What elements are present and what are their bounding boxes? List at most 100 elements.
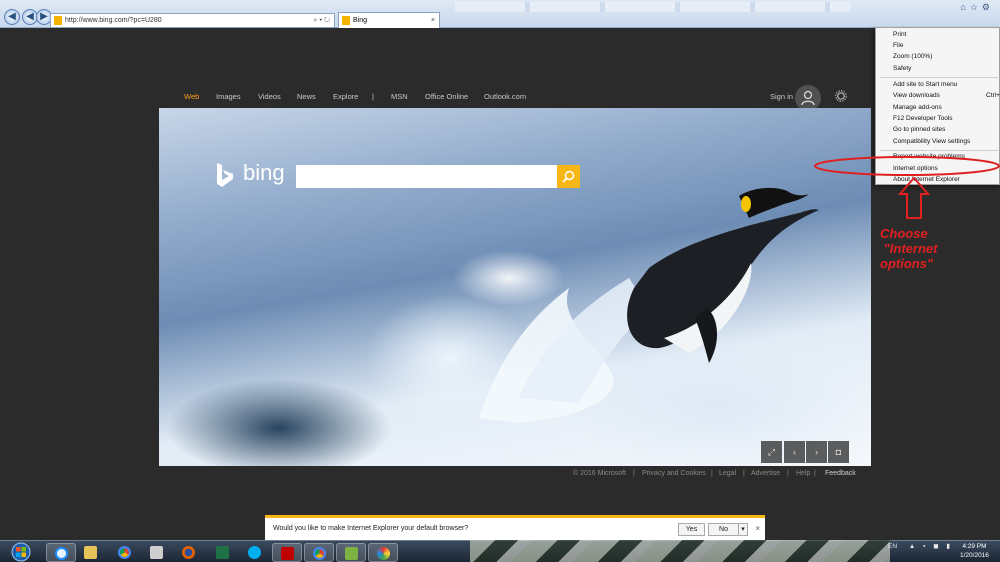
footer-sep: |	[814, 470, 816, 477]
clock[interactable]: 4:29 PM 1/20/2016	[960, 542, 989, 560]
notification-close-icon[interactable]: ×	[755, 524, 760, 533]
next-image-icon[interactable]: ›	[806, 441, 827, 463]
yes-button[interactable]: Yes	[678, 523, 705, 536]
taskbar-skype[interactable]	[240, 543, 270, 562]
taskbar-firefox[interactable]	[174, 543, 204, 562]
footer-legal[interactable]: Legal	[719, 470, 736, 477]
notification-message: Would you like to make Internet Explorer…	[273, 525, 469, 532]
menu-item-downloads[interactable]: View downloads	[893, 92, 940, 99]
taskbar-chrome-2[interactable]	[304, 543, 334, 562]
menu-item-compatibility[interactable]: Compatibility View settings	[893, 138, 970, 145]
clock-time: 4:29 PM	[962, 543, 987, 550]
bing-favicon-icon	[342, 16, 350, 25]
sign-in-link[interactable]: Sign in	[770, 92, 793, 101]
footer-privacy[interactable]: Privacy and Cookies	[642, 470, 706, 477]
skype-icon	[248, 546, 261, 559]
user-icon	[801, 90, 815, 106]
menu-item-add-start[interactable]: Add site to Start menu	[893, 81, 957, 88]
tab-title: Bing	[353, 17, 368, 24]
system-tray: EN ▲ ▪ ◼ ▮	[888, 542, 953, 550]
bing-favicon-icon	[54, 16, 62, 25]
search-icon	[562, 170, 575, 183]
gear-icon[interactable]: ⚙	[982, 2, 994, 12]
previous-image-icon[interactable]: ‹	[784, 441, 805, 463]
footer-sep: |	[787, 470, 789, 477]
media-player-icon	[150, 546, 163, 559]
hero-image: bing ⤢ ‹ › ◘	[159, 108, 871, 466]
green-app-icon	[345, 547, 358, 560]
bing-b-logo-icon	[217, 163, 233, 187]
taskbar-app[interactable]	[336, 543, 366, 562]
taskbar-explorer[interactable]	[76, 543, 106, 562]
fullscreen-icon[interactable]: ⤢	[761, 441, 782, 463]
tab-bing[interactable]: Bing ×	[338, 12, 440, 28]
home-icon[interactable]: ⌂	[960, 2, 969, 12]
menu-shortcut-downloads: Ctrl+	[986, 92, 1000, 99]
taskbar-ie[interactable]	[46, 543, 76, 562]
annotation-text: Choose "Internet options"	[880, 226, 938, 271]
footer-help[interactable]: Help	[796, 470, 810, 477]
menu-item-f12[interactable]: F12 Developer Tools	[893, 115, 953, 122]
no-dropdown-icon[interactable]: ▾	[738, 523, 748, 536]
nav-office-online[interactable]: Office Online	[425, 92, 468, 101]
nav-web[interactable]: Web	[184, 92, 199, 101]
default-browser-notification: Would you like to make Internet Explorer…	[265, 515, 765, 540]
nav-images[interactable]: Images	[216, 92, 241, 101]
folder-icon	[84, 546, 97, 559]
back-arrow-icon[interactable]: ◀	[4, 9, 20, 25]
camera-icon[interactable]: ◘	[828, 441, 849, 463]
tab-close-icon[interactable]: ×	[431, 13, 435, 28]
search-button[interactable]	[557, 165, 580, 188]
taskbar-paint[interactable]	[368, 543, 398, 562]
taskbar-chrome[interactable]	[110, 543, 140, 562]
footer-sep: |	[633, 470, 635, 477]
taskbar-excel[interactable]	[208, 543, 238, 562]
filezilla-icon	[281, 547, 294, 560]
penguin-image	[479, 187, 819, 423]
footer-advertise[interactable]: Advertise	[751, 470, 780, 477]
internet-explorer-icon	[55, 547, 68, 560]
chrome-icon	[118, 546, 131, 559]
menu-item-pinned-sites[interactable]: Go to pinned sites	[893, 126, 945, 133]
nav-videos[interactable]: Videos	[258, 92, 281, 101]
taskbar-filezilla[interactable]	[272, 543, 302, 562]
search-refresh-icon[interactable]: ⌕ ▾ ↻	[313, 14, 330, 27]
no-label: No	[719, 526, 728, 533]
excel-icon	[216, 546, 229, 559]
toolbar-icons: ⌂☆⚙	[960, 2, 994, 13]
menu-item-zoom[interactable]: Zoom (100%)	[893, 53, 932, 60]
bing-wordmark: bing	[243, 160, 285, 185]
footer-feedback[interactable]: Feedback	[825, 470, 856, 477]
nav-outlook[interactable]: Outlook.com	[484, 92, 526, 101]
paint-icon	[377, 547, 390, 560]
menu-separator	[880, 77, 998, 78]
clock-date: 1/20/2016	[960, 552, 989, 559]
annotation-ellipse-and-arrow	[814, 156, 1000, 219]
menu-item-add-ons[interactable]: Manage add-ons	[893, 104, 942, 111]
no-button[interactable]: No	[708, 523, 739, 536]
search-input[interactable]	[296, 165, 557, 188]
menu-item-file[interactable]: File	[893, 42, 903, 49]
nav-separator: |	[372, 92, 374, 101]
bing-page: Web Images Videos News Explore | MSN Off…	[0, 28, 1000, 540]
desktop-wallpaper-strip	[470, 540, 890, 562]
background-tabs	[455, 2, 850, 12]
settings-gear-icon[interactable]	[835, 90, 847, 102]
tray-icons[interactable]: ▲ ▪ ◼ ▮	[909, 543, 953, 550]
address-bar[interactable]: http://www.bing.com/?pc=U280 ⌕ ▾ ↻	[50, 13, 335, 28]
menu-item-print[interactable]: Print	[893, 31, 906, 38]
nav-msn[interactable]: MSN	[391, 92, 408, 101]
nav-news[interactable]: News	[297, 92, 316, 101]
windows-start-icon[interactable]	[4, 542, 38, 562]
nav-explore[interactable]: Explore	[333, 92, 358, 101]
language-indicator[interactable]: EN	[888, 543, 897, 550]
favorites-star-icon[interactable]: ☆	[970, 2, 982, 12]
taskbar-media-player[interactable]	[142, 543, 172, 562]
firefox-icon	[182, 546, 195, 559]
address-url: http://www.bing.com/?pc=U280	[65, 17, 162, 24]
chrome-icon	[313, 547, 326, 560]
footer-sep: |	[743, 470, 745, 477]
menu-item-safety[interactable]: Safety	[893, 65, 911, 72]
browser-chrome: ◀ ◀ ▶ http://www.bing.com/?pc=U280 ⌕ ▾ ↻…	[0, 0, 1000, 28]
hero-controls: ⤢ ‹ › ◘	[761, 441, 849, 463]
